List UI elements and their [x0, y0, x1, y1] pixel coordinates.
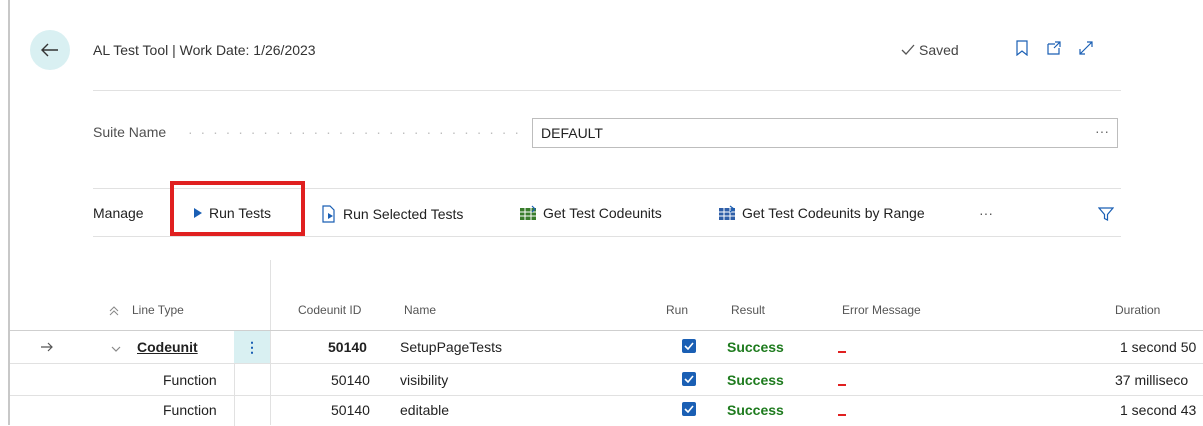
run-checkbox[interactable] — [682, 339, 696, 353]
run-checkbox[interactable] — [682, 372, 696, 386]
filter-icon[interactable] — [1096, 204, 1116, 224]
field-leader-dots: · · · · · · · · · · · · · · · · · · · · … — [188, 124, 526, 140]
name-cell: visibility — [400, 372, 449, 388]
line-type-cell: Function — [163, 372, 217, 388]
current-row-arrow-icon — [40, 340, 54, 356]
line-type-cell: Function — [163, 402, 217, 418]
get-test-codeunits-by-range-label: Get Test Codeunits by Range — [742, 205, 925, 221]
saved-status: Saved — [901, 42, 959, 58]
checkmark-icon — [901, 44, 915, 55]
row-actions-menu-button[interactable]: ⋮ — [234, 331, 270, 363]
codeunit-id-cell: 50140 — [331, 402, 370, 418]
result-cell: Success — [727, 339, 784, 355]
error-message-cell — [838, 384, 846, 386]
highlight-box — [170, 181, 305, 236]
column-header-duration[interactable]: Duration — [1115, 303, 1160, 317]
manage-label: Manage — [93, 205, 144, 221]
cell-separator — [234, 364, 235, 396]
back-button[interactable] — [30, 30, 70, 70]
column-header-result[interactable]: Result — [731, 303, 765, 317]
page-title: AL Test Tool | Work Date: 1/26/2023 — [93, 42, 316, 58]
error-message-cell — [838, 351, 846, 353]
run-selected-tests-button[interactable]: Run Selected Tests — [321, 205, 463, 223]
get-test-codeunits-button[interactable]: Get Test Codeunits — [519, 205, 662, 221]
table-row[interactable]: Function 50140 editable Success 1 second… — [0, 394, 1203, 426]
collapse-all-icon[interactable] — [108, 303, 120, 321]
column-header-codeunit-id[interactable]: Codeunit ID — [298, 303, 361, 317]
column-header-error-message[interactable]: Error Message — [842, 303, 921, 317]
get-test-codeunits-label: Get Test Codeunits — [543, 205, 662, 221]
saved-label: Saved — [919, 42, 959, 58]
column-header-name[interactable]: Name — [404, 303, 436, 317]
name-cell: SetupPageTests — [400, 339, 502, 355]
action-bar-bottom-divider — [93, 236, 1121, 237]
column-header-run[interactable]: Run — [666, 303, 688, 317]
suite-lookup-button[interactable]: ··· — [1095, 123, 1109, 139]
open-new-window-icon[interactable] — [1044, 38, 1064, 58]
get-test-codeunits-by-range-button[interactable]: Get Test Codeunits by Range — [718, 205, 925, 221]
table-row[interactable]: Function 50140 visibility Success 37 mil… — [0, 364, 1203, 396]
duration-cell: 1 second 50 — [1120, 339, 1197, 355]
suite-name-value: DEFAULT — [541, 125, 603, 141]
collapse-chevron-icon[interactable] — [110, 341, 122, 357]
result-cell: Success — [727, 402, 784, 418]
table-row[interactable]: Codeunit ⋮ 50140 SetupPageTests Success … — [0, 331, 1203, 363]
header-divider — [93, 90, 1121, 91]
cell-separator — [234, 394, 235, 426]
run-checkbox[interactable] — [682, 402, 696, 416]
arrow-left-icon — [41, 43, 58, 57]
table-range-icon — [719, 205, 735, 220]
line-type-cell[interactable]: Codeunit — [137, 339, 198, 355]
manage-menu[interactable]: Manage — [93, 205, 144, 221]
expand-icon[interactable] — [1076, 38, 1096, 58]
name-cell: editable — [400, 402, 450, 418]
more-actions-button[interactable]: ··· — [979, 205, 993, 221]
duration-cell: 37 millisecо — [1115, 372, 1189, 388]
document-run-icon — [322, 205, 335, 223]
result-cell: Success — [727, 372, 784, 388]
codeunit-id-cell: 50140 — [331, 372, 370, 388]
table-get-icon — [520, 205, 536, 220]
more-actions-label: ··· — [979, 205, 993, 221]
duration-cell: 1 second 43 — [1120, 402, 1197, 418]
run-selected-tests-label: Run Selected Tests — [343, 206, 464, 222]
bookmark-icon[interactable] — [1012, 38, 1032, 58]
codeunit-id-cell: 50140 — [328, 339, 367, 355]
error-message-cell — [838, 414, 846, 416]
column-header-line-type[interactable]: Line Type — [132, 303, 184, 317]
suite-name-field[interactable]: DEFAULT ··· — [532, 118, 1118, 148]
suite-name-label: Suite Name — [93, 124, 167, 140]
